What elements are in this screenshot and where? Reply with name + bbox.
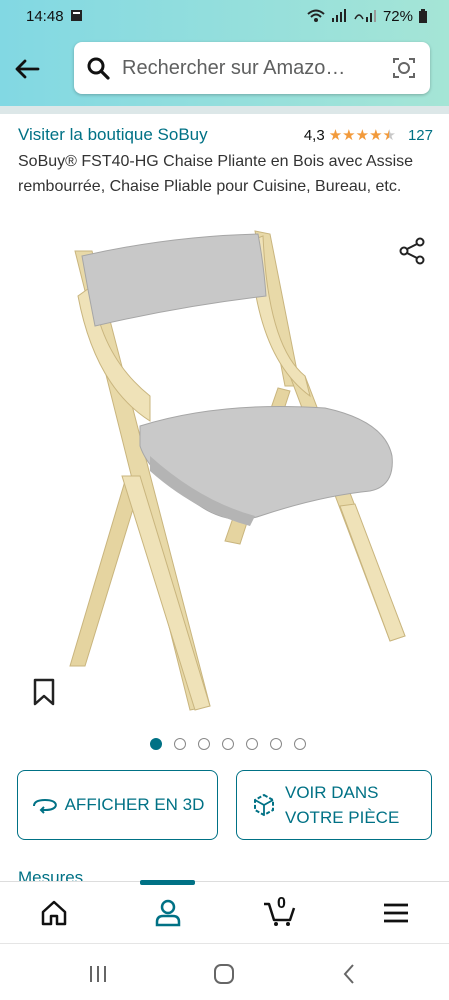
signal-icon [331, 9, 346, 22]
measures-section-title[interactable]: Mesures [18, 868, 83, 882]
carousel-dot[interactable] [269, 738, 282, 750]
menu-icon[interactable] [381, 898, 411, 928]
star-icon: ★ [369, 126, 383, 144]
store-link[interactable]: Visiter la boutique SoBuy [18, 125, 208, 145]
battery-icon [419, 9, 427, 23]
active-tab-indicator [140, 880, 195, 885]
battery-text: 72% [382, 7, 413, 25]
rating-value: 4,3 [303, 126, 325, 144]
half-star-icon: ★ [382, 126, 396, 144]
view-in-room-label-2: VOTRE PIÈCE [285, 808, 400, 827]
ar-cube-icon [254, 793, 274, 817]
rating-stars: ★ ★ ★ ★ ★ [329, 128, 396, 143]
search-box[interactable] [74, 42, 430, 94]
profile-icon[interactable] [153, 898, 183, 928]
home-icon[interactable] [39, 898, 69, 928]
carousel-dots [0, 738, 449, 750]
product-image[interactable] [0, 226, 449, 726]
view-in-room-button[interactable]: VOIR DANS VOTRE PIÈCE [236, 770, 432, 840]
cart-count: 0 [277, 895, 286, 912]
carousel-dot[interactable] [245, 738, 258, 750]
view-3d-label: AFFICHER EN 3D [64, 795, 205, 814]
recent-apps-icon[interactable] [86, 962, 110, 986]
rating-summary[interactable]: 4,3 ★ ★ ★ ★ ★ 127 [304, 127, 433, 144]
wifi-icon [307, 9, 325, 22]
carousel-dot[interactable] [149, 738, 162, 750]
system-nav-bar [0, 943, 449, 1000]
view-in-room-label-1: VOIR DANS [285, 783, 379, 802]
notification-icon [70, 10, 82, 21]
search-input[interactable] [122, 56, 372, 80]
star-icon: ★ [328, 126, 343, 144]
store-row: Visiter la boutique SoBuy 4,3 ★ ★ ★ ★ ★ … [18, 124, 433, 146]
carousel-dot[interactable] [221, 738, 234, 750]
search-bar-row [0, 38, 449, 98]
header-divider [0, 106, 449, 114]
search-icon [87, 57, 110, 80]
star-icon: ★ [355, 126, 370, 144]
cart-button[interactable]: 0 [262, 895, 298, 928]
carousel-dot[interactable] [293, 738, 306, 750]
star-icon: ★ [342, 126, 356, 144]
back-arrow-icon[interactable] [12, 54, 42, 84]
carousel-dot[interactable] [197, 738, 210, 750]
app-header: 14:48 72% [0, 0, 449, 112]
status-bar: 14:48 72% [0, 0, 449, 32]
camera-lens-icon[interactable] [392, 56, 416, 80]
review-count[interactable]: 127 [408, 127, 433, 144]
status-time: 14:48 [26, 7, 64, 25]
bookmark-icon[interactable] [33, 678, 55, 706]
signal-icon-2 [354, 10, 376, 22]
3d-rotate-icon [32, 798, 57, 814]
product-title: SoBuy® FST40-HG Chaise Pliante en Bois a… [18, 153, 414, 195]
back-system-icon[interactable] [338, 962, 362, 986]
home-system-icon[interactable] [212, 962, 236, 986]
share-icon[interactable] [398, 237, 426, 265]
view-3d-button[interactable]: AFFICHER EN 3D [17, 770, 218, 840]
carousel-dot[interactable] [173, 738, 186, 750]
bottom-nav: 0 [0, 880, 449, 943]
